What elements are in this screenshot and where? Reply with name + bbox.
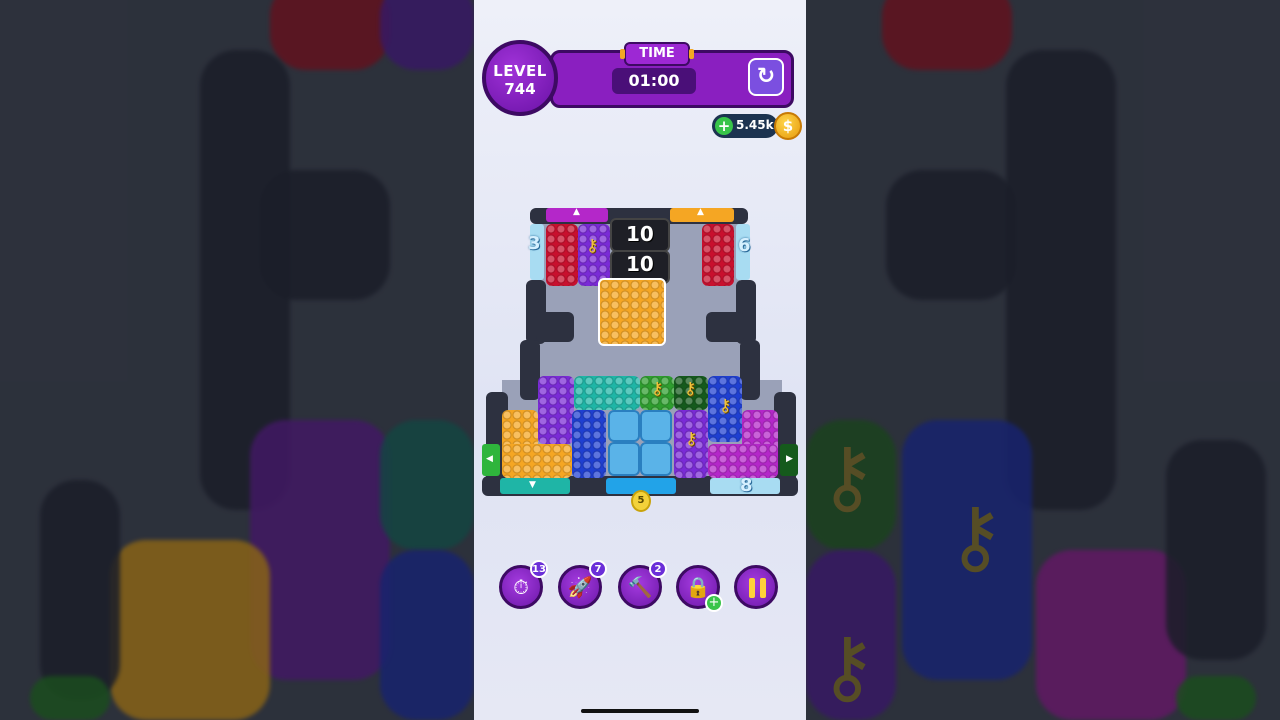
board-wall bbox=[706, 312, 744, 342]
ice-cell bbox=[640, 410, 672, 442]
ice-cell bbox=[608, 410, 640, 442]
left-arrow-icon: ◀ bbox=[486, 454, 493, 464]
pause-icon bbox=[749, 578, 767, 598]
block-red[interactable] bbox=[546, 224, 578, 286]
board-wall bbox=[740, 340, 760, 400]
board-wall bbox=[536, 312, 574, 342]
down-arrow-icon: ▼ bbox=[529, 480, 536, 490]
key-icon: ⚷ bbox=[651, 379, 664, 399]
chain-count: 10 bbox=[626, 252, 654, 276]
home-indicator bbox=[581, 709, 699, 713]
key-icon: ⚷ bbox=[719, 396, 732, 416]
up-arrow-icon: ▲ bbox=[697, 207, 704, 217]
gate-count-left: 3 bbox=[528, 233, 541, 254]
rocket-icon: 🚀 bbox=[567, 575, 593, 599]
up-arrow-icon: ▲ bbox=[573, 207, 580, 217]
ice-cell bbox=[640, 442, 672, 476]
key-icon: ⚷ bbox=[586, 236, 599, 256]
booster-count: 13 bbox=[530, 560, 548, 578]
gate-count-right: 6 bbox=[738, 235, 751, 256]
booster-count: 2 bbox=[649, 560, 667, 578]
booster-rocket-button[interactable]: 🚀 7 bbox=[558, 560, 607, 609]
block-orange-selected[interactable] bbox=[598, 278, 666, 346]
right-arrow-icon: ▶ bbox=[786, 454, 793, 464]
lock-count: 5 bbox=[637, 495, 645, 506]
background-left bbox=[0, 0, 474, 720]
hammer-icon: 🔨 bbox=[627, 575, 653, 599]
chain-count: 10 bbox=[626, 222, 654, 246]
block-red[interactable] bbox=[702, 224, 734, 286]
block-blue[interactable] bbox=[572, 410, 606, 478]
gate-count-bottom: 8 bbox=[740, 475, 753, 496]
padlock-icon: 5 bbox=[631, 490, 651, 512]
key-icon: ⚷ bbox=[684, 379, 697, 399]
block-magenta[interactable] bbox=[708, 444, 778, 478]
block-teal[interactable] bbox=[574, 376, 640, 410]
key-icon: ⚷ bbox=[685, 429, 698, 449]
board-wall bbox=[520, 340, 540, 400]
clock-icon: ⏱ bbox=[513, 575, 529, 599]
lock-icon: 🔒 bbox=[685, 575, 711, 599]
ice-cell bbox=[608, 442, 640, 476]
booster-unlock-button[interactable]: 🔒 + bbox=[676, 565, 723, 612]
game-board: ▲ ▲ 3 6 ⚷ 10 10 ⚷ ⚷ ⚷ ⚷ ◀ ▶ ▼ 8 5 bbox=[474, 0, 806, 520]
add-booster-icon[interactable]: + bbox=[705, 594, 723, 612]
block-orange[interactable] bbox=[502, 444, 572, 478]
block-purple[interactable] bbox=[538, 376, 574, 444]
booster-freeze-button[interactable]: ⏱ 13 bbox=[499, 560, 548, 609]
pause-button[interactable] bbox=[734, 565, 778, 609]
booster-count: 7 bbox=[589, 560, 607, 578]
background-right: ⚷ ⚷ ⚷ bbox=[806, 0, 1280, 720]
booster-hammer-button[interactable]: 🔨 2 bbox=[618, 560, 667, 609]
game-screen: LEVEL 744 TIME 01:00 ↻ + 5.45k $ ▲ ▲ 3 6 bbox=[474, 0, 806, 720]
